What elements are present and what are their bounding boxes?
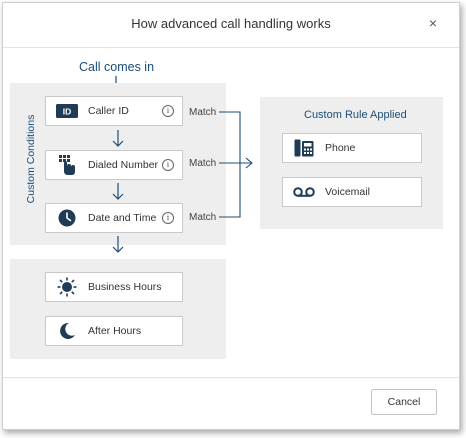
business-hours-card[interactable]: Business Hours [45,272,183,302]
info-icon[interactable]: i [162,105,174,117]
arrow-down-icon [112,236,124,254]
dialog: How advanced call handling works × Call … [2,2,460,430]
voicemail-icon [291,181,317,203]
condition-label: Caller ID [88,105,129,117]
dialog-header: How advanced call handling works × [3,3,459,48]
id-card-icon: ID [54,100,80,122]
condition-caller-id[interactable]: ID Caller ID i [45,96,183,126]
custom-conditions-label: Custom Conditions [25,114,37,204]
arrow-down-icon [112,130,124,148]
close-icon[interactable]: × [429,15,437,31]
hours-panel: Business Hours After Hours [10,259,226,359]
cancel-button[interactable]: Cancel [371,389,437,415]
condition-label: Date and Time [88,212,157,224]
footer-divider [3,377,459,378]
phone-label: Phone [325,142,356,154]
after-hours-card[interactable]: After Hours [45,316,183,346]
dialog-title: How advanced call handling works [131,16,331,31]
custom-rule-panel: Custom Rule Applied Phone Voicemail [260,97,443,229]
match-label: Match [189,212,217,223]
match-label: Match [189,158,217,169]
condition-label: Dialed Number [88,159,159,171]
svg-text:ID: ID [63,107,72,117]
rule-target-phone[interactable]: Phone [282,133,422,163]
moon-icon [54,320,80,342]
business-hours-label: Business Hours [88,281,162,293]
sun-icon [54,276,80,298]
arrow-down-icon [112,183,124,201]
info-icon[interactable]: i [162,212,174,224]
condition-dialed-number[interactable]: Dialed Number i [45,150,183,180]
call-comes-in-label: Call comes in [79,60,155,74]
rule-target-voicemail[interactable]: Voicemail [282,177,422,207]
condition-date-and-time[interactable]: Date and Time i [45,203,183,233]
custom-rule-title: Custom Rule Applied [304,109,407,121]
voicemail-label: Voicemail [325,186,370,198]
match-label: Match [189,107,217,118]
info-icon[interactable]: i [162,159,174,171]
desk-phone-icon [291,137,317,159]
after-hours-label: After Hours [88,325,142,337]
clock-icon [54,207,80,229]
dialpad-hand-icon [54,154,80,176]
